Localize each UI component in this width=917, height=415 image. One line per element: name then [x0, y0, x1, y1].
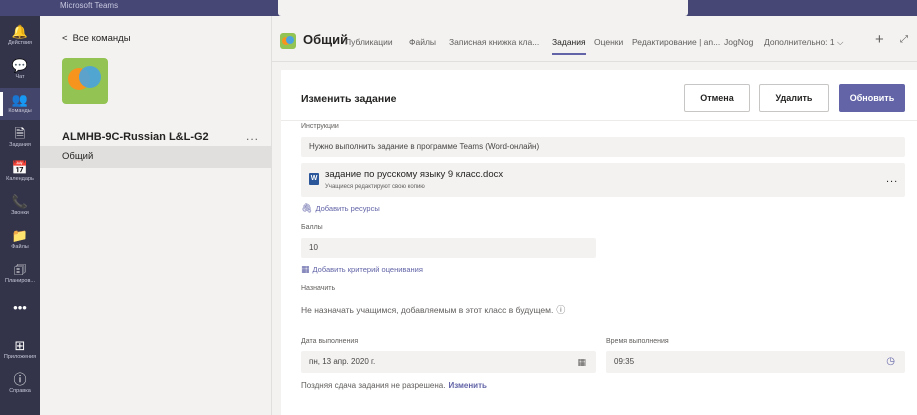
- tab-posts[interactable]: Публикации: [345, 37, 393, 47]
- channel-item-general[interactable]: Общий: [40, 146, 271, 168]
- due-date-label: Дата выполнения: [301, 338, 359, 345]
- search-box[interactable]: [278, 0, 688, 16]
- rail-item-calendar[interactable]: 📅 Календарь: [0, 156, 40, 188]
- rail-item-teams[interactable]: 👥 Команды: [0, 88, 40, 120]
- rail-item-files[interactable]: 📁 Файлы: [0, 224, 40, 256]
- apps-icon: ⊞: [14, 338, 26, 353]
- points-field[interactable]: 10: [301, 238, 596, 258]
- channel-header: Общий Публикации Файлы Записная книжка к…: [272, 16, 917, 62]
- more-tabs-dropdown[interactable]: Дополнительно: 1 ⌵: [764, 37, 843, 48]
- teams-icon: 👥: [11, 92, 29, 107]
- assign-description: Не назначать учащимся, добавляемым в это…: [301, 303, 565, 316]
- due-date-value: пн, 13 апр. 2020 г.: [309, 357, 376, 366]
- add-rubric-label: Добавить критерий оценивания: [312, 265, 423, 274]
- rail-item-assignments[interactable]: 🗎 Задания: [0, 122, 40, 154]
- clock-icon: ◷: [886, 356, 895, 367]
- rail-item-activity[interactable]: 🔔 Действия: [0, 20, 40, 52]
- tab-class-notebook[interactable]: Записная книжка кла...: [449, 37, 539, 47]
- late-submission-note: Поздняя сдача задания не разрешена. Измен…: [301, 381, 487, 390]
- file-icon: 📁: [11, 228, 29, 243]
- chevron-left-icon: <: [62, 33, 68, 44]
- rail-item-help[interactable]: ⓘ Справка: [0, 368, 40, 400]
- points-label: Баллы: [301, 224, 323, 231]
- calendar-icon: 📅: [11, 160, 29, 175]
- channel-title: Общий: [303, 32, 349, 47]
- rail-item-label: Команды: [8, 108, 32, 114]
- add-rubric-link[interactable]: ▦ Добавить критерий оценивания: [301, 264, 423, 275]
- tab-files[interactable]: Файлы: [409, 37, 436, 47]
- instructions-label: Инструкции: [301, 123, 339, 130]
- instructions-field[interactable]: Нужно выполнить задание в программе Team…: [301, 137, 905, 157]
- table-icon: ▦: [301, 264, 310, 274]
- change-late-link[interactable]: Изменить: [448, 381, 486, 390]
- assign-text: Не назначать учащимся, добавляемым в это…: [301, 305, 554, 315]
- blue-bubble-icon: [79, 66, 101, 88]
- rail-item-label: Действия: [7, 40, 33, 46]
- more-icon: •••: [13, 300, 27, 315]
- team-more-options[interactable]: ...: [246, 129, 259, 143]
- title-bar: Microsoft Teams: [0, 0, 917, 16]
- app-rail: 🔔 Действия 💬 Чат 👥 Команды 🗎 Задания 📅 К…: [0, 16, 40, 415]
- rail-item-label: Задания: [9, 142, 31, 148]
- file-subtitle: Учащиеся редактируют свою копию: [325, 184, 425, 190]
- bell-icon: 🔔: [11, 24, 29, 39]
- due-date-field[interactable]: пн, 13 апр. 2020 г. ▦: [301, 351, 596, 373]
- late-text: Поздняя сдача задания не разрешена.: [301, 381, 446, 390]
- rail-item-label: Справка: [9, 388, 31, 394]
- planner-icon: 🗊: [13, 262, 27, 277]
- due-time-label: Время выполнения: [606, 338, 669, 345]
- add-tab-plus-icon[interactable]: +: [875, 31, 884, 48]
- tab-grades[interactable]: Оценки: [594, 37, 623, 47]
- chat-icon: 💬: [11, 58, 29, 73]
- rail-item-chat[interactable]: 💬 Чат: [0, 54, 40, 86]
- team-panel: < Все команды ALMHB-9C-Russian L&L-G2 ...…: [40, 16, 272, 415]
- delete-button[interactable]: Удалить: [759, 84, 829, 112]
- assign-label: Назначить: [301, 285, 336, 292]
- add-resources-label: Добавить ресурсы: [315, 204, 380, 213]
- tab-jognog[interactable]: JogNog: [724, 37, 753, 47]
- team-name: ALMHB-9C-Russian L&L-G2: [62, 131, 209, 143]
- rail-item-label: Приложения: [3, 354, 37, 360]
- all-teams-link[interactable]: < Все команды: [62, 33, 131, 44]
- phone-icon: 📞: [11, 194, 29, 209]
- edit-assignment-card: Изменить задание Отмена Удалить Обновить…: [281, 70, 917, 415]
- rail-item-label: Файлы: [11, 244, 29, 250]
- app-title: Microsoft Teams: [60, 1, 119, 10]
- team-logo: [62, 58, 108, 104]
- update-button[interactable]: Обновить: [839, 84, 905, 112]
- due-time-field[interactable]: 09:35 ◷: [606, 351, 905, 373]
- edit-assignment-title: Изменить задание: [301, 93, 397, 105]
- tab-assignments[interactable]: Задания: [552, 37, 586, 55]
- file-name: задание по русскому языку 9 класс.docx: [325, 169, 504, 180]
- rail-item-label: Планиров...: [5, 278, 35, 284]
- rail-item-label: Чат: [15, 74, 25, 80]
- file-more-options[interactable]: ...: [886, 173, 898, 185]
- due-time-value: 09:35: [614, 357, 635, 366]
- expand-icon[interactable]: ⤢: [900, 34, 908, 45]
- rail-item-more-apps[interactable]: •••: [0, 296, 40, 328]
- rail-item-planner[interactable]: 🗊 Планиров...: [0, 258, 40, 290]
- tab-editing[interactable]: Редактирование | an...: [632, 37, 720, 47]
- help-icon: ⓘ: [13, 372, 27, 387]
- rail-item-label: Календарь: [6, 176, 34, 182]
- word-doc-icon: W: [309, 173, 319, 185]
- rail-item-apps[interactable]: ⊞ Приложения: [0, 334, 40, 366]
- paperclip-icon: 🖇: [301, 203, 313, 213]
- calendar-icon: ▦: [577, 357, 586, 367]
- rail-item-calls[interactable]: 📞 Звонки: [0, 190, 40, 222]
- add-resources-link[interactable]: 🖇 Добавить ресурсы: [301, 203, 380, 214]
- assignments-icon: 🗎: [14, 126, 26, 141]
- rail-item-label: Звонки: [11, 210, 29, 216]
- all-teams-label: Все команды: [72, 33, 131, 44]
- cancel-button[interactable]: Отмена: [684, 84, 750, 112]
- attached-file[interactable]: W задание по русскому языку 9 класс.docx…: [301, 163, 905, 197]
- info-icon[interactable]: ⓘ: [556, 305, 565, 315]
- team-icon: [280, 33, 296, 49]
- divider: [281, 120, 917, 121]
